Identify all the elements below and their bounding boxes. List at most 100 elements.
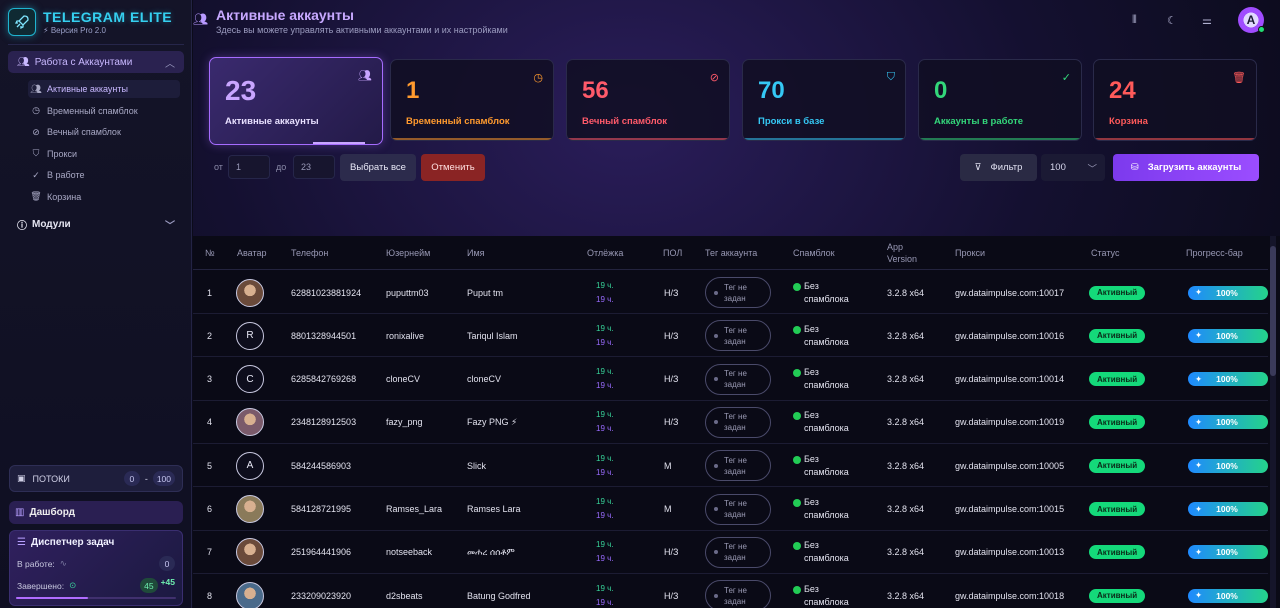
stat-card-2[interactable]: 56 Вечный спамблок ⊘ [566, 59, 730, 141]
sidebar-item-2[interactable]: ⊘ Вечный спамблок [30, 123, 182, 141]
dashboard-button[interactable]: ▥ Дашборд [9, 501, 183, 524]
table-row[interactable]: 4 2348128912503 fazy_png Fazy PNG ⚡ 19 ч… [193, 401, 1268, 444]
column-header[interactable]: Юзернейм [386, 236, 430, 270]
avatar[interactable]: C [236, 365, 264, 394]
dot-icon [714, 420, 718, 425]
table-row[interactable]: 7 251964441906 notseeback መሐረ ሰሰቶም 19 ч.… [193, 531, 1268, 574]
avatar[interactable] [236, 408, 264, 437]
cancel-button[interactable]: Отменить [421, 154, 485, 181]
spamblock-label: Без спамблока [804, 367, 849, 391]
sidebar-item-0[interactable]: 👥︎ Активные аккаунты [28, 80, 180, 98]
avatar[interactable] [236, 495, 264, 523]
avatar[interactable] [236, 278, 264, 307]
sidebar-item-1[interactable]: ◷ Временный спамблок [30, 102, 182, 120]
column-header[interactable]: Статус [1091, 236, 1119, 270]
column-header[interactable]: Тег аккаунта [705, 236, 757, 270]
app-version: 3.2.8 x64 [887, 504, 925, 514]
tag-cell: Тег не задан [705, 574, 771, 608]
table-row[interactable]: 1 62881023881924 puputtm03 Puput tm 19 ч… [193, 271, 1268, 314]
table-row[interactable]: 3 C 6285842769268 cloneCV cloneCV 19 ч. 1… [193, 358, 1268, 401]
status-cell: Активный [1089, 531, 1146, 574]
table-row[interactable]: 2 R 8801328944501 ronixalive Tariqul Isl… [193, 314, 1268, 358]
page-size-value: 100 [1050, 162, 1066, 173]
nav-group-modules[interactable]: ⓘ Модули ﹀ [8, 213, 184, 235]
table-row[interactable]: 8 233209023920 d2sbeats Batung Godfred 1… [193, 574, 1268, 608]
stat-card-0[interactable]: 23 Активные аккаунты 👥︎ [209, 57, 383, 145]
account-tag-button[interactable]: Тег не задан [705, 450, 771, 482]
account-tag-button[interactable]: Тег не задан [705, 363, 771, 395]
moon-icon[interactable]: ☾ [1167, 14, 1177, 27]
nav-group-accounts[interactable]: 👥︎ Работа с Аккаунтами ︿ [8, 51, 184, 73]
avatar[interactable]: A [236, 451, 264, 480]
sex: М [664, 460, 672, 471]
sidebar-item-3[interactable]: ⛉ Прокси [30, 145, 182, 163]
avatar[interactable] [236, 538, 264, 567]
status-badge: Активный [1089, 328, 1146, 343]
to-input[interactable]: 23 [293, 155, 335, 179]
account-tag-button[interactable]: Тег не задан [705, 580, 771, 608]
progress-value: 100% [1216, 547, 1238, 558]
sidebar-item-5[interactable]: 🗑︎ Корзина [30, 188, 182, 206]
lag-cell: 19 ч. 19 ч. [596, 358, 614, 401]
tag-label: Тег не задан [724, 325, 747, 346]
avatar[interactable] [236, 581, 264, 608]
threads-from[interactable]: 0 [123, 471, 140, 486]
select-all-button[interactable]: Выбрать все [340, 154, 416, 181]
progress-bar: ✦ 100% [1188, 458, 1268, 473]
columns-icon[interactable]: ⦀ [1132, 14, 1137, 27]
column-header[interactable]: Телефон [291, 236, 328, 270]
sparkle-icon: ✦ [1195, 416, 1203, 427]
progress-value: 100% [1216, 504, 1238, 514]
stat-card-1[interactable]: 1 Временный спамблок ◷ [390, 59, 554, 141]
table-row[interactable]: 5 A 584244586903 Slick 19 ч. 19 ч. М Тег … [193, 444, 1268, 488]
page-size-select[interactable]: 100 ﹀ [1041, 154, 1105, 181]
stat-card-4[interactable]: 0 Аккаунты в работе ✓ [918, 59, 1082, 141]
progress-cell: ✦ 100% [1188, 574, 1268, 608]
table-row[interactable]: 6 584128721995 Ramses_Lara Ramses Lara 1… [193, 488, 1268, 531]
column-header[interactable]: Прокси [955, 236, 985, 270]
filter-button[interactable]: ⊽ Фильтр [960, 154, 1037, 181]
from-input[interactable]: 1 [228, 155, 270, 179]
progress-bar: ✦ 100% [1188, 285, 1268, 300]
sliders-icon[interactable]: ⚌ [1202, 14, 1212, 27]
column-header[interactable]: Спамблок [793, 236, 835, 270]
status-cell: Активный [1089, 401, 1146, 444]
column-header[interactable]: № [205, 236, 215, 270]
sidebar-item-4[interactable]: ✓ В работе [30, 166, 182, 184]
tag-cell: Тег не задан [705, 314, 771, 357]
lag-value: 19 ч. [596, 323, 614, 333]
row-number: 5 [207, 460, 213, 471]
column-header[interactable]: App Version [887, 236, 927, 270]
account-tag-button[interactable]: Тег не задан [705, 536, 771, 568]
account-tag-button[interactable]: Тег не задан [705, 406, 771, 438]
stat-value: 56 [582, 77, 609, 104]
column-header[interactable]: ПОЛ [663, 236, 682, 270]
brand[interactable]: TELEGRAM ELITE ⚡ Версия Pro 2.0 [8, 6, 188, 38]
account-tag-button[interactable]: Тег не задан [705, 320, 771, 352]
task-progress-bar [16, 597, 176, 599]
done-delta: +45 [160, 576, 175, 587]
column-header[interactable]: Отлёжка [587, 236, 623, 270]
sparkle-icon: ✦ [1195, 287, 1203, 297]
upload-accounts-button[interactable]: ⛁ Загрузить аккаунты [1113, 154, 1259, 181]
sparkle-icon: ✦ [1195, 330, 1203, 341]
user-avatar[interactable]: A [1238, 7, 1265, 33]
column-header[interactable]: Прогресс-бар [1186, 236, 1243, 270]
threads-to[interactable]: 100 [152, 471, 175, 486]
account-tag-button[interactable]: Тег не задан [705, 493, 771, 525]
stat-card-5[interactable]: 24 Корзина 🗑︎ [1093, 59, 1257, 141]
dot-icon [714, 507, 718, 511]
tag-cell: Тег не задан [705, 401, 771, 444]
avatar[interactable]: R [236, 321, 264, 350]
sidebar-item-label: В работе [47, 170, 85, 180]
sparkle-icon: ✦ [1195, 590, 1203, 601]
avatar-cell [236, 271, 264, 314]
nav-group-label: Модули [32, 218, 71, 230]
progress-bar: ✦ 100% [1188, 415, 1268, 430]
stat-card-3[interactable]: 70 Прокси в базе ⛉ [742, 59, 906, 141]
account-tag-button[interactable]: Тег не задан [705, 277, 771, 308]
scrollbar-thumb[interactable] [1270, 246, 1276, 376]
column-header[interactable]: Имя [467, 236, 485, 270]
column-header[interactable]: Аватар [237, 236, 267, 270]
row-number: 7 [207, 547, 213, 558]
